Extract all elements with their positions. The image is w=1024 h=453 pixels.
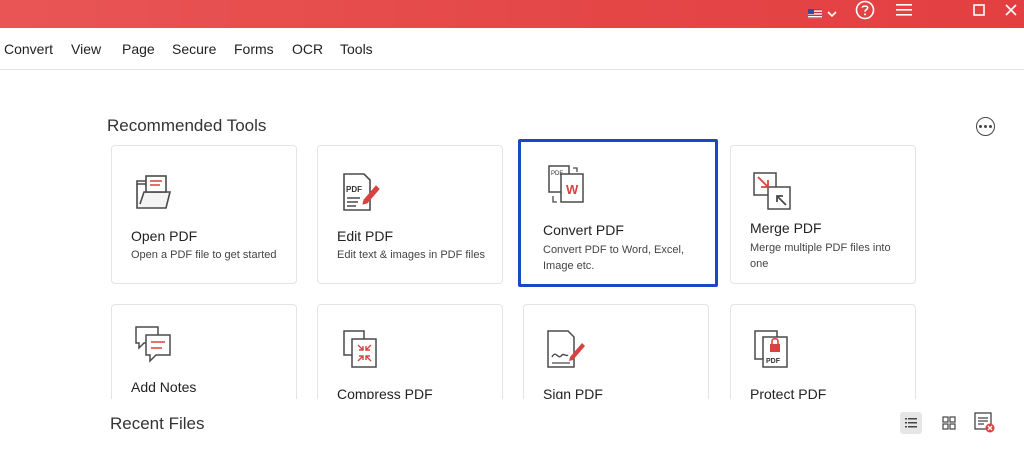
clear-recent-button[interactable] (972, 410, 996, 434)
menu-bar: Convert View Page Secure Forms OCR Tools (0, 28, 1024, 70)
menu-convert[interactable]: Convert (4, 41, 53, 57)
tool-card-add-notes[interactable]: Add Notes (111, 304, 297, 399)
tool-description: Merge multiple PDF files into one (750, 242, 891, 270)
close-button[interactable] (1001, 0, 1021, 20)
tool-card-sign-pdf[interactable]: Sign PDF (523, 304, 709, 399)
list-view-icon (905, 418, 917, 428)
tool-title: Convert PDF (543, 222, 624, 238)
tool-card-compress-pdf[interactable]: Compress PDF (317, 304, 503, 399)
grid-view-icon (942, 416, 956, 430)
convert-pdf-icon: PDF W (548, 165, 584, 203)
clear-list-icon (974, 412, 995, 433)
tool-title: Edit PDF (337, 228, 394, 244)
edit-pdf-icon: PDF (343, 173, 380, 211)
us-flag-icon (808, 9, 837, 19)
list-view-button[interactable] (900, 412, 922, 434)
chevron-down-icon (827, 11, 837, 18)
notes-icon (135, 326, 171, 363)
lock-pdf-icon: PDF (754, 330, 788, 368)
tool-description: Open a PDF file to get started (131, 249, 277, 261)
menu-ocr[interactable]: OCR (292, 41, 323, 57)
tools-row-2: Add Notes Compress PDF Sign PDF PDF Prot… (0, 300, 1024, 399)
tool-card-convert-pdf[interactable]: PDF W Convert PDF Convert PDF to Word, E… (518, 139, 718, 287)
help-icon (855, 0, 875, 20)
tool-title: Protect PDF (750, 386, 827, 399)
more-options-button[interactable] (976, 117, 995, 136)
tool-title: Add Notes (131, 379, 197, 395)
maximize-button[interactable] (969, 0, 989, 20)
tool-title: Compress PDF (337, 386, 433, 399)
svg-text:W: W (566, 182, 579, 197)
tool-description: Convert PDF to Word, Excel, Image etc. (543, 244, 685, 272)
tool-title: Open PDF (131, 228, 198, 244)
compress-icon (343, 330, 377, 368)
tool-card-protect-pdf[interactable]: PDF Protect PDF (730, 304, 916, 399)
menu-view[interactable]: View (71, 41, 101, 57)
grid-view-button[interactable] (938, 412, 960, 434)
maximize-icon (973, 4, 985, 16)
title-bar (0, 0, 1024, 28)
tool-title: Sign PDF (543, 386, 603, 399)
tool-card-edit-pdf[interactable]: PDF Edit PDF Edit text & images in PDF f… (317, 145, 503, 284)
hamburger-menu-icon (896, 4, 912, 16)
language-selector[interactable] (808, 4, 840, 24)
tool-description: Edit text & images in PDF files (337, 249, 485, 261)
menu-tools[interactable]: Tools (340, 41, 373, 57)
menu-forms[interactable]: Forms (234, 41, 274, 57)
tool-card-open-pdf[interactable]: Open PDF Open a PDF file to get started (111, 145, 297, 284)
menu-secure[interactable]: Secure (172, 41, 216, 57)
help-button[interactable] (852, 0, 878, 20)
menu-page[interactable]: Page (122, 41, 155, 57)
open-folder-icon (136, 175, 172, 209)
tool-title: Merge PDF (750, 220, 822, 236)
recommended-tools-heading: Recommended Tools (107, 116, 267, 135)
merge-icon (753, 172, 791, 210)
tool-card-merge-pdf[interactable]: Merge PDF Merge multiple PDF files into … (730, 145, 916, 284)
app-menu-button[interactable] (893, 0, 915, 20)
svg-text:PDF: PDF (766, 358, 781, 365)
recent-files-heading: Recent Files (110, 414, 205, 433)
svg-text:PDF: PDF (346, 185, 362, 194)
close-icon (1005, 4, 1017, 16)
signature-icon (547, 330, 585, 368)
ellipsis-circle-icon (979, 125, 982, 128)
